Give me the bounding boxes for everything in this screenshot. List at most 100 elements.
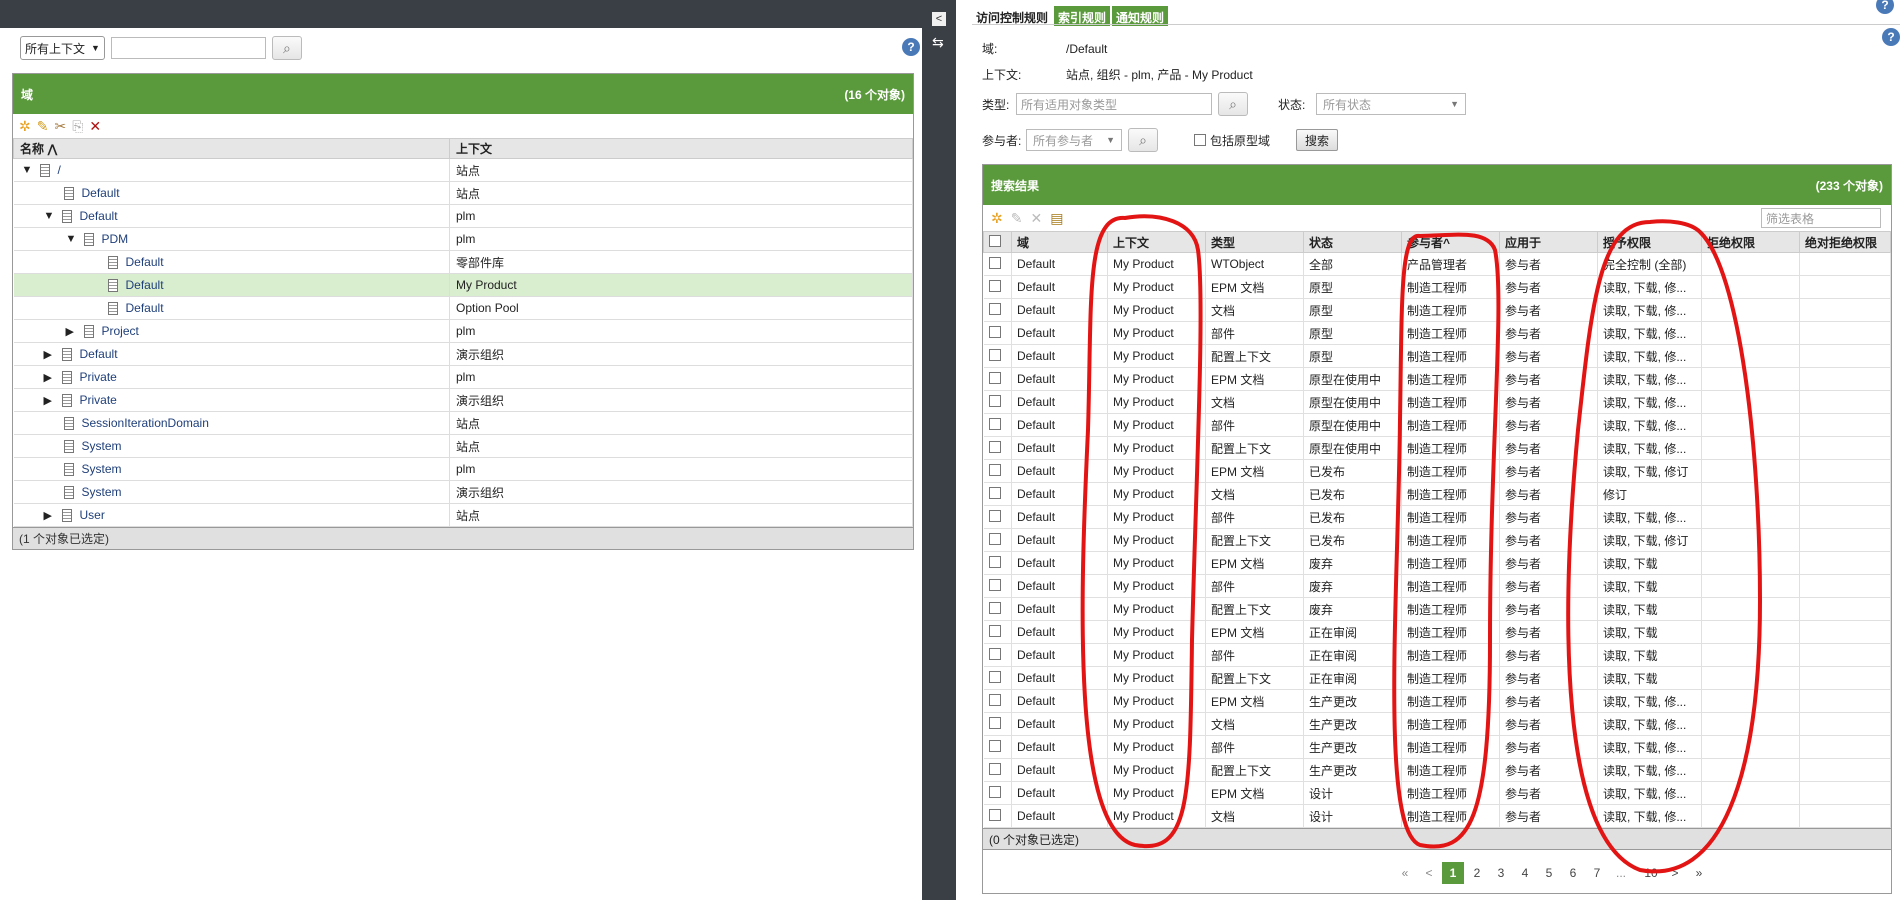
- row-checkbox[interactable]: [988, 624, 1001, 637]
- domain-name-link[interactable]: Project: [102, 324, 139, 338]
- new-rule-icon[interactable]: ✲: [991, 210, 1003, 227]
- domain-tree-row[interactable]: ▶ Private plm: [13, 365, 913, 389]
- row-checkbox[interactable]: [988, 716, 1001, 729]
- tab-access-control[interactable]: 访问控制规则: [972, 6, 1053, 26]
- domain-name-link[interactable]: Default: [126, 278, 164, 292]
- table-row[interactable]: Default My Product 文档 已发布 制造工程师 参与者 修订: [983, 482, 1891, 506]
- row-checkbox[interactable]: [988, 325, 1001, 338]
- column-header-applies-to[interactable]: 应用于: [1499, 231, 1598, 253]
- row-checkbox[interactable]: [988, 739, 1001, 752]
- column-header-state[interactable]: 状态: [1303, 231, 1402, 253]
- domain-name-link[interactable]: System: [82, 439, 122, 453]
- table-row[interactable]: Default My Product 配置上下文 生产更改 制造工程师 参与者 读取, 下载…: [983, 758, 1891, 782]
- row-checkbox[interactable]: [988, 532, 1001, 545]
- participant-select[interactable]: 所有参与者 ▼: [1026, 129, 1122, 151]
- page-10-button[interactable]: 10: [1640, 862, 1662, 884]
- collapse-triangle-icon[interactable]: ▼: [44, 210, 58, 222]
- help-icon[interactable]: ?: [902, 38, 920, 56]
- domain-name-link[interactable]: PDM: [102, 232, 129, 246]
- export-icon[interactable]: ▤: [1050, 210, 1063, 227]
- row-checkbox[interactable]: [988, 348, 1001, 361]
- filter-table-input[interactable]: 筛选表格: [1761, 208, 1881, 228]
- row-checkbox[interactable]: [988, 440, 1001, 453]
- domain-tree-row[interactable]: System 站点: [13, 434, 913, 458]
- expand-triangle-icon[interactable]: ▶: [44, 394, 58, 407]
- help-icon-top[interactable]: ?: [1876, 0, 1894, 14]
- page-3-button[interactable]: 3: [1490, 862, 1512, 884]
- table-row[interactable]: Default My Product 配置上下文 已发布 制造工程师 参与者 读取, 下载,…: [983, 528, 1891, 552]
- row-checkbox[interactable]: [988, 670, 1001, 683]
- table-row[interactable]: Default My Product EPM 文档 设计 制造工程师 参与者 读取, 下载,…: [983, 781, 1891, 805]
- type-search-button[interactable]: ⌕: [1218, 92, 1248, 116]
- help-icon-rules[interactable]: ?: [1882, 28, 1900, 46]
- table-row[interactable]: Default My Product 配置上下文 原型在使用中 制造工程师 参与者 读取, …: [983, 436, 1891, 460]
- page-first-button[interactable]: «: [1394, 862, 1416, 884]
- expand-triangle-icon[interactable]: ▶: [44, 348, 58, 361]
- participant-search-button[interactable]: ⌕: [1128, 128, 1158, 152]
- domain-name-link[interactable]: System: [82, 462, 122, 476]
- row-checkbox[interactable]: [988, 302, 1001, 315]
- domain-name-link[interactable]: Default: [82, 186, 120, 200]
- include-prototype-checkbox[interactable]: [1194, 134, 1206, 146]
- new-icon[interactable]: ✲: [19, 118, 31, 135]
- expand-triangle-icon[interactable]: ▶: [44, 371, 58, 384]
- domain-name-link[interactable]: Private: [80, 393, 117, 407]
- table-row[interactable]: Default My Product 部件 生产更改 制造工程师 参与者 读取, 下载, 修…: [983, 735, 1891, 759]
- row-checkbox[interactable]: [988, 647, 1001, 660]
- page-7-button[interactable]: 7: [1586, 862, 1608, 884]
- row-checkbox[interactable]: [988, 693, 1001, 706]
- tab-index-rules[interactable]: 索引规则: [1054, 6, 1111, 26]
- table-row[interactable]: Default My Product EPM 文档 原型在使用中 制造工程师 参与者 读取,…: [983, 367, 1891, 391]
- page-6-button[interactable]: 6: [1562, 862, 1584, 884]
- column-header-participant[interactable]: 参与者^: [1401, 231, 1500, 253]
- column-header-denied[interactable]: 拒绝权限: [1701, 231, 1800, 253]
- domain-tree-row[interactable]: ▶ Private 演示组织: [13, 388, 913, 412]
- column-header-type[interactable]: 类型: [1205, 231, 1304, 253]
- table-row[interactable]: Default My Product 部件 已发布 制造工程师 参与者 读取, 下载, 修.…: [983, 505, 1891, 529]
- expand-triangle-icon[interactable]: ▶: [44, 509, 58, 522]
- column-header-context[interactable]: 上下文: [1107, 231, 1206, 253]
- row-checkbox[interactable]: [988, 417, 1001, 430]
- row-checkbox[interactable]: [988, 279, 1001, 292]
- table-row[interactable]: Default My Product 文档 生产更改 制造工程师 参与者 读取, 下载, 修…: [983, 712, 1891, 736]
- row-checkbox[interactable]: [988, 509, 1001, 522]
- row-checkbox[interactable]: [988, 578, 1001, 591]
- page-next-button[interactable]: >: [1664, 862, 1686, 884]
- column-header-context[interactable]: 上下文: [449, 138, 913, 159]
- row-checkbox[interactable]: [988, 808, 1001, 821]
- select-all-checkbox[interactable]: [989, 234, 1001, 247]
- domain-name-link[interactable]: Default: [80, 209, 118, 223]
- collapse-triangle-icon[interactable]: ▼: [66, 233, 80, 245]
- domain-search-button[interactable]: ⌕: [271, 36, 302, 60]
- table-row[interactable]: Default My Product EPM 文档 已发布 制造工程师 参与者 读取, 下载…: [983, 459, 1891, 483]
- row-checkbox[interactable]: [988, 463, 1001, 476]
- row-checkbox[interactable]: [988, 601, 1001, 614]
- column-header-domain[interactable]: 域: [1011, 231, 1108, 253]
- row-checkbox[interactable]: [988, 785, 1001, 798]
- column-header-absolute-denied[interactable]: 绝对拒绝权限: [1799, 231, 1891, 253]
- domain-name-link[interactable]: Default: [80, 347, 118, 361]
- table-row[interactable]: Default My Product EPM 文档 废弃 制造工程师 参与者 读取, 下载: [983, 551, 1891, 575]
- table-row[interactable]: Default My Product EPM 文档 生产更改 制造工程师 参与者 读取, 下…: [983, 689, 1891, 713]
- tab-notification-rules[interactable]: 通知规则: [1112, 6, 1169, 26]
- domain-tree-row[interactable]: SessionIterationDomain 站点: [13, 411, 913, 435]
- table-row[interactable]: Default My Product 部件 废弃 制造工程师 参与者 读取, 下载: [983, 574, 1891, 598]
- edit-rule-icon[interactable]: ✎: [1011, 210, 1023, 227]
- table-row[interactable]: Default My Product 文档 原型在使用中 制造工程师 参与者 读取, 下载,…: [983, 390, 1891, 414]
- page-5-button[interactable]: 5: [1538, 862, 1560, 884]
- domain-tree-row[interactable]: Default 站点: [13, 181, 913, 205]
- table-row[interactable]: Default My Product 配置上下文 废弃 制造工程师 参与者 读取, 下载: [983, 597, 1891, 621]
- context-filter-select[interactable]: 所有上下文 ▼: [20, 36, 105, 60]
- domain-tree-row[interactable]: ▼ PDM plm: [13, 227, 913, 251]
- page-1-button[interactable]: 1: [1442, 862, 1464, 884]
- column-header-granted[interactable]: 授予权限: [1597, 231, 1702, 253]
- edit-icon[interactable]: ✎: [37, 118, 49, 135]
- expand-triangle-icon[interactable]: ▶: [66, 325, 80, 338]
- row-checkbox[interactable]: [988, 486, 1001, 499]
- table-row[interactable]: Default My Product 配置上下文 正在审阅 制造工程师 参与者 读取, 下载: [983, 666, 1891, 690]
- domain-tree-row[interactable]: ▶ Default 演示组织: [13, 342, 913, 366]
- page-last-button[interactable]: »: [1688, 862, 1710, 884]
- page-4-button[interactable]: 4: [1514, 862, 1536, 884]
- domain-name-link[interactable]: SessionIterationDomain: [82, 416, 209, 430]
- swap-panel-icon[interactable]: ⇆: [932, 34, 944, 51]
